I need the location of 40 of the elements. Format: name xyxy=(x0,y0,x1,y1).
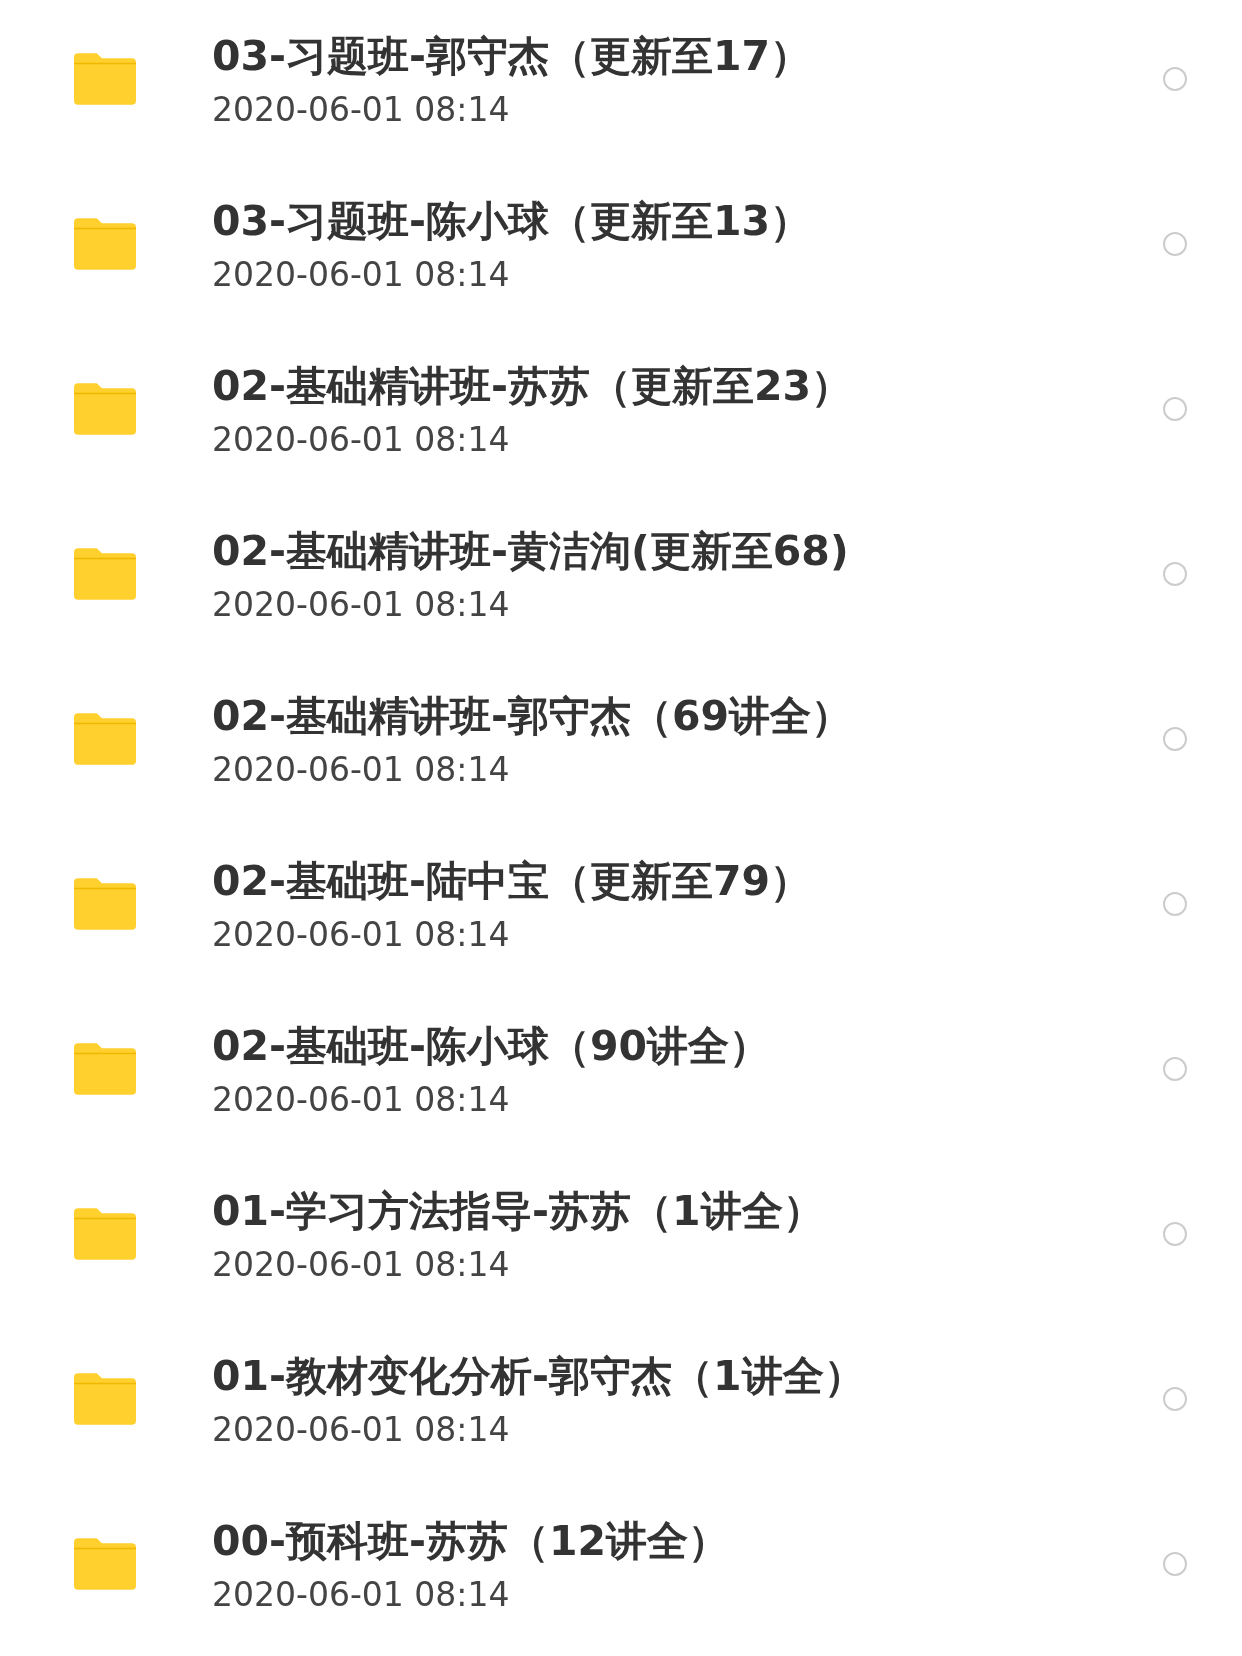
folder-icon xyxy=(74,877,136,930)
modified-date: 2020-06-01 08:14 xyxy=(212,419,511,459)
folder-name[interactable]: 02-基础精讲班-郭守杰（69讲全） xyxy=(212,688,1163,744)
folder-icon xyxy=(74,547,136,600)
modified-date: 2020-06-01 08:14 xyxy=(212,914,511,954)
modified-date: 2020-06-01 08:14 xyxy=(212,584,511,624)
modified-date: 2020-06-01 08:14 xyxy=(212,749,511,789)
select-radio[interactable] xyxy=(1163,726,1187,751)
modified-date: 2020-06-01 08:14 xyxy=(212,1409,511,1449)
folder-icon xyxy=(74,1207,136,1260)
folder-icon xyxy=(74,382,136,435)
folder-name[interactable]: 02-基础班-陆中宝（更新至79） xyxy=(212,853,1163,909)
folder-icon xyxy=(74,712,136,765)
select-radio[interactable] xyxy=(1163,891,1187,916)
folder-name[interactable]: 02-基础精讲班-黄洁洵(更新至68) xyxy=(212,523,1163,579)
select-radio[interactable] xyxy=(1163,561,1187,586)
folder-name[interactable]: 03-习题班-陈小球（更新至13） xyxy=(212,193,1163,249)
modified-date: 2020-06-01 08:14 xyxy=(212,1244,511,1284)
modified-date: 2020-06-01 08:14 xyxy=(212,254,511,294)
folder-name[interactable]: 01-教材变化分析-郭守杰（1讲全） xyxy=(212,1348,1163,1404)
modified-date: 2020-06-01 08:14 xyxy=(212,1079,511,1119)
folder-name[interactable]: 03-习题班-郭守杰（更新至17） xyxy=(212,28,1163,84)
folder-name[interactable]: 02-基础精讲班-苏苏（更新至23） xyxy=(212,358,1163,414)
folder-name[interactable]: 00-预科班-苏苏（12讲全） xyxy=(212,1513,1163,1569)
select-radio[interactable] xyxy=(1163,66,1187,91)
folder-icon xyxy=(74,217,136,270)
folder-icon xyxy=(74,1042,136,1095)
select-radio[interactable] xyxy=(1163,396,1187,421)
folder-name[interactable]: 01-学习方法指导-苏苏（1讲全） xyxy=(212,1183,1163,1239)
select-radio[interactable] xyxy=(1163,1056,1187,1081)
select-radio[interactable] xyxy=(1163,1386,1187,1411)
modified-date: 2020-06-01 08:14 xyxy=(212,89,511,129)
folder-icon xyxy=(74,52,136,105)
select-radio[interactable] xyxy=(1163,1221,1187,1246)
folder-icon xyxy=(74,1372,136,1425)
select-radio[interactable] xyxy=(1163,231,1187,256)
folder-icon xyxy=(74,1537,136,1590)
select-radio[interactable] xyxy=(1163,1551,1187,1576)
folder-name[interactable]: 02-基础班-陈小球（90讲全） xyxy=(212,1018,1163,1074)
modified-date: 2020-06-01 08:14 xyxy=(212,1574,511,1614)
